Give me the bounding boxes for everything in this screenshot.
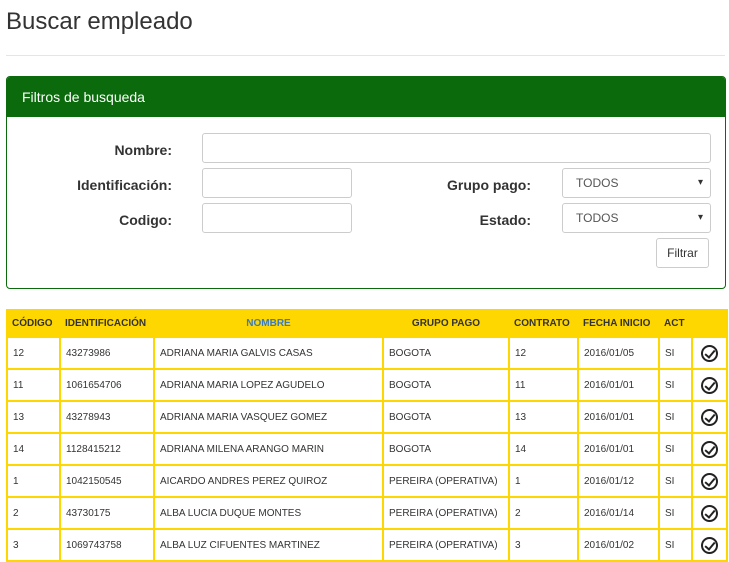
cell-fecha: 2016/01/01 (577, 400, 660, 434)
col-grupo-pago[interactable]: GRUPO PAGO (382, 309, 510, 338)
check-circle-icon[interactable] (701, 376, 718, 394)
check-circle-icon[interactable] (701, 472, 718, 490)
employees-table: CÓDIGO IDENTIFICACIÓN NOMBRE GRUPO PAGO … (6, 309, 728, 562)
identificacion-input[interactable] (202, 168, 352, 198)
cell-contrato: 2 (508, 496, 579, 530)
cell-codigo: 12 (6, 336, 61, 370)
cell-select (691, 528, 728, 562)
table-row: 3 1069743758 ALBA LUZ CIFUENTES MARTINEZ PE… (6, 528, 728, 562)
cell-identificacion: 1069743758 (59, 528, 155, 562)
cell-identificacion: 43278943 (59, 400, 155, 434)
cell-contrato: 14 (508, 432, 579, 466)
cell-nombre: ALBA LUCIA DUQUE MONTES (153, 496, 384, 530)
cell-fecha: 2016/01/01 (577, 432, 660, 466)
cell-codigo: 2 (6, 496, 61, 530)
chevron-down-icon: ▾ (697, 212, 703, 223)
grupo-pago-value: TODOS (576, 176, 619, 190)
check-circle-icon[interactable] (701, 504, 718, 522)
cell-grupo: BOGOTA (382, 432, 510, 466)
estado-label: Estado: (479, 212, 531, 228)
cell-contrato: 13 (508, 400, 579, 434)
cell-codigo: 13 (6, 400, 61, 434)
col-codigo[interactable]: CÓDIGO (6, 309, 61, 338)
col-nombre[interactable]: NOMBRE (153, 309, 384, 338)
cell-grupo: BOGOTA (382, 368, 510, 402)
filters-heading: Filtros de busqueda (7, 77, 725, 117)
codigo-label: Codigo: (119, 212, 172, 228)
estado-select[interactable]: TODOS ▾ (562, 203, 711, 233)
cell-identificacion: 1128415212 (59, 432, 155, 466)
cell-fecha: 2016/01/14 (577, 496, 660, 530)
cell-select (691, 464, 728, 498)
cell-act: SI (658, 464, 693, 498)
cell-codigo: 14 (6, 432, 61, 466)
estado-value: TODOS (576, 211, 619, 225)
cell-fecha: 2016/01/12 (577, 464, 660, 498)
cell-select (691, 336, 728, 370)
chevron-down-icon: ▾ (697, 177, 703, 188)
cell-nombre: ADRIANA MARIA VASQUEZ GOMEZ (153, 400, 384, 434)
cell-nombre: ADRIANA MILENA ARANGO MARIN (153, 432, 384, 466)
check-circle-icon[interactable] (701, 408, 718, 426)
cell-select (691, 368, 728, 402)
cell-fecha: 2016/01/02 (577, 528, 660, 562)
cell-grupo: PEREIRA (OPERATIVA) (382, 528, 510, 562)
cell-contrato: 3 (508, 528, 579, 562)
grupo-pago-label: Grupo pago: (447, 177, 531, 193)
check-circle-icon[interactable] (701, 440, 718, 458)
cell-identificacion: 1042150545 (59, 464, 155, 498)
cell-contrato: 12 (508, 336, 579, 370)
identificacion-label: Identificación: (77, 177, 172, 193)
cell-nombre: ALBA LUZ CIFUENTES MARTINEZ (153, 528, 384, 562)
col-contrato[interactable]: CONTRATO (508, 309, 579, 338)
cell-nombre: AICARDO ANDRES PEREZ QUIROZ (153, 464, 384, 498)
table-row: 11 1061654706 ADRIANA MARIA LOPEZ AGUDELO B… (6, 368, 728, 402)
cell-codigo: 1 (6, 464, 61, 498)
col-act[interactable]: ACT (658, 309, 693, 338)
cell-identificacion: 43273986 (59, 336, 155, 370)
check-circle-icon[interactable] (701, 344, 718, 362)
cell-act: SI (658, 528, 693, 562)
nombre-label: Nombre: (114, 142, 172, 158)
cell-select (691, 432, 728, 466)
cell-select (691, 496, 728, 530)
table-row: 1 1042150545 AICARDO ANDRES PEREZ QUIROZ PE… (6, 464, 728, 498)
cell-contrato: 11 (508, 368, 579, 402)
cell-grupo: PEREIRA (OPERATIVA) (382, 464, 510, 498)
table-row: 13 43278943 ADRIANA MARIA VASQUEZ GOMEZ BOG… (6, 400, 728, 434)
cell-identificacion: 43730175 (59, 496, 155, 530)
cell-nombre: ADRIANA MARIA LOPEZ AGUDELO (153, 368, 384, 402)
cell-grupo: BOGOTA (382, 336, 510, 370)
cell-act: SI (658, 400, 693, 434)
page-title: Buscar empleado (6, 8, 193, 35)
col-fecha-inicio[interactable]: FECHA INICIO (577, 309, 660, 338)
cell-grupo: PEREIRA (OPERATIVA) (382, 496, 510, 530)
cell-fecha: 2016/01/01 (577, 368, 660, 402)
cell-act: SI (658, 336, 693, 370)
grupo-pago-select[interactable]: TODOS ▾ (562, 168, 711, 198)
cell-contrato: 1 (508, 464, 579, 498)
col-select (691, 309, 728, 338)
check-circle-icon[interactable] (701, 536, 718, 554)
table-row: 14 1128415212 ADRIANA MILENA ARANGO MARIN B… (6, 432, 728, 466)
title-divider (6, 55, 725, 56)
cell-act: SI (658, 496, 693, 530)
filter-button[interactable]: Filtrar (656, 238, 709, 268)
cell-codigo: 11 (6, 368, 61, 402)
filters-panel: Filtros de busqueda Nombre: Identificaci… (6, 76, 726, 289)
table-row: 12 43273986 ADRIANA MARIA GALVIS CASAS BOGO… (6, 336, 728, 370)
cell-codigo: 3 (6, 528, 61, 562)
table-header-row: CÓDIGO IDENTIFICACIÓN NOMBRE GRUPO PAGO … (6, 309, 728, 338)
cell-fecha: 2016/01/05 (577, 336, 660, 370)
nombre-input[interactable] (202, 133, 711, 163)
cell-grupo: BOGOTA (382, 400, 510, 434)
codigo-input[interactable] (202, 203, 352, 233)
cell-identificacion: 1061654706 (59, 368, 155, 402)
cell-act: SI (658, 432, 693, 466)
cell-act: SI (658, 368, 693, 402)
cell-select (691, 400, 728, 434)
table-row: 2 43730175 ALBA LUCIA DUQUE MONTES PEREIRA … (6, 496, 728, 530)
cell-nombre: ADRIANA MARIA GALVIS CASAS (153, 336, 384, 370)
col-identificacion[interactable]: IDENTIFICACIÓN (59, 309, 155, 338)
